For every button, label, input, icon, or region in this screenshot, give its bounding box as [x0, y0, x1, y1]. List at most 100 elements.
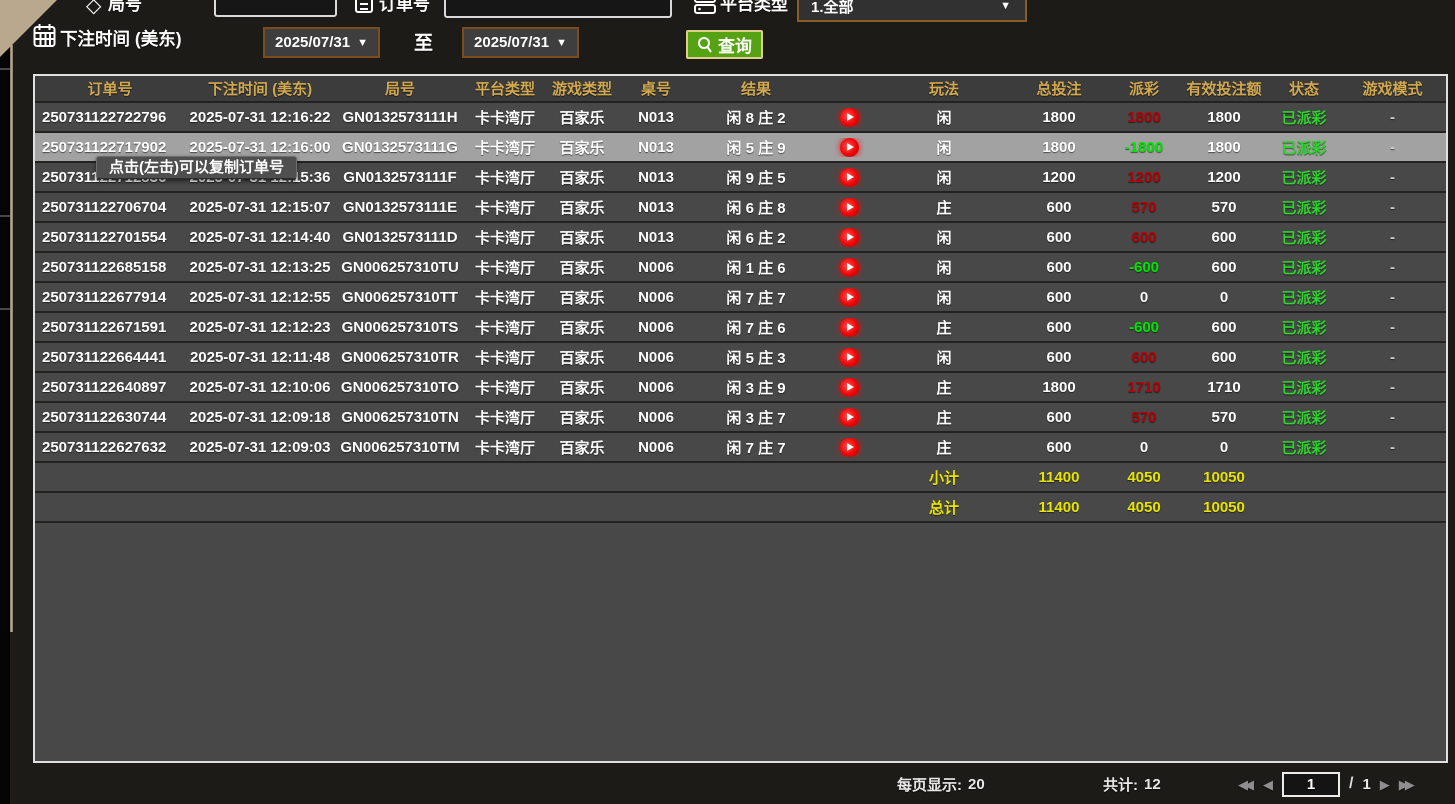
order-no-input[interactable]	[444, 0, 672, 18]
cell-order-no[interactable]: 250731122627632	[35, 439, 185, 456]
cell-round-no: GN0132573111H	[335, 109, 465, 126]
last-page-icon[interactable]: ▶▶	[1399, 778, 1415, 791]
first-page-icon[interactable]: ◀◀	[1238, 778, 1254, 791]
query-button[interactable]: 查询	[686, 30, 763, 59]
cell-bet-time: 2025-07-31 12:13:25	[185, 259, 335, 276]
cell-total-bet: 600	[1009, 409, 1109, 426]
platform-type-value: 1.全部	[811, 0, 854, 17]
play-icon[interactable]	[840, 288, 859, 307]
cell-total-bet: 600	[1009, 229, 1109, 246]
cell-order-no[interactable]: 250731122717902	[35, 139, 185, 156]
platform-type-select[interactable]: 1.全部 ▼	[797, 0, 1027, 22]
chevron-down-icon: ▼	[357, 37, 368, 49]
play-icon[interactable]	[840, 348, 859, 367]
table-row[interactable]: 250731122706704 2025-07-31 12:15:07 GN01…	[35, 193, 1446, 223]
cell-order-no[interactable]: 250731122630744	[35, 409, 185, 426]
cell-replay	[819, 378, 879, 397]
grand-total-label: 总计	[879, 497, 1009, 518]
subtotal-row: 小计 11400 4050 10050	[35, 463, 1446, 493]
column-header: 局号	[335, 78, 465, 99]
next-page-icon[interactable]: ▶	[1380, 778, 1390, 791]
cell-platform: 卡卡湾厅	[465, 137, 545, 158]
cell-bet-time: 2025-07-31 12:16:22	[185, 109, 335, 126]
date-range-to-label: 至	[414, 28, 433, 55]
total-count-label: 共计:	[1103, 774, 1138, 795]
cell-round-no: GN0132573111D	[335, 229, 465, 246]
table-row[interactable]: 250731122677914 2025-07-31 12:12:55 GN00…	[35, 283, 1446, 313]
cell-round-no: GN0132573111E	[335, 199, 465, 216]
play-icon[interactable]	[840, 198, 859, 217]
chevron-down-icon: ▼	[1000, 0, 1011, 12]
round-no-input[interactable]	[214, 0, 337, 17]
table-empty-area	[35, 523, 1446, 761]
table-row[interactable]: 250731122664441 2025-07-31 12:11:48 GN00…	[35, 343, 1446, 373]
table-row[interactable]: 250731122640897 2025-07-31 12:10:06 GN00…	[35, 373, 1446, 403]
cell-platform: 卡卡湾厅	[465, 377, 545, 398]
date-from-value: 2025/07/31	[275, 34, 350, 51]
cell-replay	[819, 288, 879, 307]
table-row[interactable]: 250731122685158 2025-07-31 12:13:25 GN00…	[35, 253, 1446, 283]
cell-order-no[interactable]: 250731122640897	[35, 379, 185, 396]
cell-status: 已派彩	[1269, 287, 1339, 308]
cell-order-no[interactable]: 250731122706704	[35, 199, 185, 216]
cell-round-no: GN006257310TR	[335, 349, 465, 366]
cell-status: 已派彩	[1269, 107, 1339, 128]
cell-round-no: GN0132573111G	[335, 139, 465, 156]
cell-replay	[819, 108, 879, 127]
cell-order-no[interactable]: 250731122685158	[35, 259, 185, 276]
play-icon[interactable]	[840, 318, 859, 337]
cell-bet-time: 2025-07-31 12:12:55	[185, 289, 335, 306]
table-row[interactable]: 250731122630744 2025-07-31 12:09:18 GN00…	[35, 403, 1446, 433]
cell-platform: 卡卡湾厅	[465, 107, 545, 128]
cell-table-no: N006	[619, 259, 693, 276]
table-row[interactable]: 250731122722796 2025-07-31 12:16:22 GN01…	[35, 103, 1446, 133]
cell-order-no[interactable]: 250731122677914	[35, 289, 185, 306]
prev-page-icon[interactable]: ◀	[1263, 778, 1273, 791]
cell-bet-time: 2025-07-31 12:15:07	[185, 199, 335, 216]
cell-bet-type: 庄	[879, 437, 1009, 458]
cell-result: 闲 7 庄 7	[693, 287, 819, 308]
cell-bet-type: 闲	[879, 257, 1009, 278]
cell-game-type: 百家乐	[545, 317, 619, 338]
date-from-picker[interactable]: 2025/07/31 ▼	[263, 27, 380, 58]
grand-total-valid-bet: 10050	[1179, 499, 1269, 516]
cell-valid-bet: 600	[1179, 259, 1269, 276]
table-header-row: 订单号下注时间 (美东)局号平台类型游戏类型桌号结果玩法总投注派彩有效投注额状态…	[35, 76, 1446, 103]
table-row[interactable]: 250731122627632 2025-07-31 12:09:03 GN00…	[35, 433, 1446, 463]
cell-game-mode: -	[1339, 409, 1446, 426]
cell-table-no: N006	[619, 439, 693, 456]
play-icon[interactable]	[840, 408, 859, 427]
cell-total-bet: 600	[1009, 289, 1109, 306]
order-no-label: 订单号	[379, 0, 430, 15]
page-number-input[interactable]: 1	[1282, 772, 1340, 797]
play-icon[interactable]	[840, 168, 859, 187]
cell-round-no: GN0132573111F	[335, 169, 465, 186]
cell-order-no[interactable]: 250731122722796	[35, 109, 185, 126]
platform-type-label: 平台类型	[720, 0, 788, 15]
cell-total-bet: 1200	[1009, 169, 1109, 186]
cell-platform: 卡卡湾厅	[465, 167, 545, 188]
play-icon[interactable]	[840, 378, 859, 397]
play-icon[interactable]	[840, 138, 859, 157]
cell-payout: -600	[1109, 319, 1179, 336]
play-icon[interactable]	[840, 258, 859, 277]
cell-game-type: 百家乐	[545, 257, 619, 278]
cell-game-type: 百家乐	[545, 167, 619, 188]
table-row[interactable]: 250731122701554 2025-07-31 12:14:40 GN01…	[35, 223, 1446, 253]
cell-bet-time: 2025-07-31 12:10:06	[185, 379, 335, 396]
play-icon[interactable]	[840, 438, 859, 457]
cell-valid-bet: 600	[1179, 349, 1269, 366]
date-to-picker[interactable]: 2025/07/31 ▼	[462, 27, 579, 58]
cell-order-no[interactable]: 250731122664441	[35, 349, 185, 366]
cell-order-no[interactable]: 250731122671591	[35, 319, 185, 336]
column-header: 订单号	[35, 78, 185, 99]
cell-result: 闲 6 庄 2	[693, 227, 819, 248]
cell-valid-bet: 570	[1179, 409, 1269, 426]
cell-total-bet: 600	[1009, 319, 1109, 336]
cell-order-no[interactable]: 250731122701554	[35, 229, 185, 246]
cell-valid-bet: 1710	[1179, 379, 1269, 396]
play-icon[interactable]	[840, 228, 859, 247]
cell-bet-type: 闲	[879, 137, 1009, 158]
play-icon[interactable]	[840, 108, 859, 127]
table-row[interactable]: 250731122671591 2025-07-31 12:12:23 GN00…	[35, 313, 1446, 343]
